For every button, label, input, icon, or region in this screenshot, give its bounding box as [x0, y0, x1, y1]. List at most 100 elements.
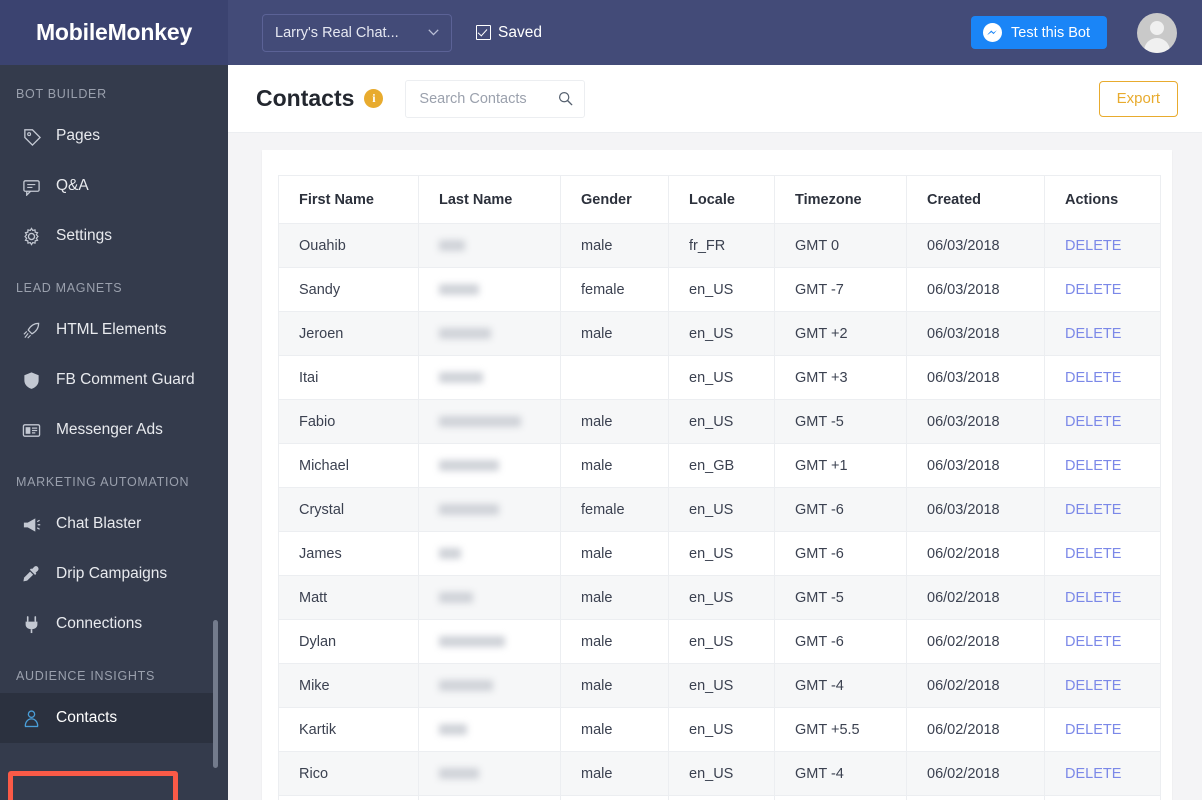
sidebar-item-messenger-ads[interactable]: Messenger Ads	[0, 405, 218, 455]
delete-button[interactable]: DELETE	[1065, 458, 1121, 474]
sidebar: BOT BUILDER Pages Q&A Settings LEAD MAGNETS H…	[0, 65, 228, 800]
cell-first-name: Crystal	[278, 487, 419, 532]
cell-timezone: GMT 0	[774, 223, 907, 268]
redacted-value	[439, 504, 499, 516]
export-button[interactable]: Export	[1098, 80, 1178, 117]
column-header: Last Name	[418, 175, 561, 224]
cell-timezone: GMT +2	[774, 311, 907, 356]
redacted-value	[439, 328, 491, 340]
table-row: Rico male en_US GMT -4 06/02/2018 DELETE	[278, 751, 1161, 796]
sidebar-item-pages[interactable]: Pages	[0, 111, 218, 161]
cell-last-name	[418, 619, 561, 664]
cell-gender: male	[560, 399, 669, 444]
avatar[interactable]	[1137, 12, 1177, 53]
column-header: Gender	[560, 175, 669, 224]
sidebar-item-label: HTML Elements	[56, 321, 167, 338]
cell-locale: en_US	[668, 751, 775, 796]
rocket-icon	[20, 320, 42, 340]
cell-gender: male	[560, 531, 669, 576]
sidebar-scrollbar[interactable]	[213, 620, 218, 768]
delete-button[interactable]: DELETE	[1065, 326, 1121, 342]
sidebar-item-connections[interactable]: Connections	[0, 599, 218, 649]
table-row: Kartik male en_US GMT +5.5 06/02/2018 DELETE	[278, 707, 1161, 752]
column-header: Locale	[668, 175, 775, 224]
search-input[interactable]	[417, 89, 559, 108]
sidebar-item-label: Connections	[56, 615, 143, 632]
brand-logo[interactable]: MobileMonkey	[0, 0, 228, 65]
delete-button[interactable]: DELETE	[1065, 722, 1121, 738]
cell-created: 06/02/2018	[906, 707, 1045, 752]
delete-button[interactable]: DELETE	[1065, 282, 1121, 298]
cell-timezone: GMT -6	[774, 619, 907, 664]
delete-button[interactable]: DELETE	[1065, 678, 1121, 694]
delete-button[interactable]: DELETE	[1065, 546, 1121, 562]
table-row: Dylan male en_US GMT -6 06/02/2018 DELETE	[278, 619, 1161, 664]
cell-created: 06/03/2018	[906, 223, 1045, 268]
delete-button[interactable]: DELETE	[1065, 414, 1121, 430]
cell-actions: DELETE	[1044, 487, 1161, 532]
table-header: First Name Last Name Gender Locale Timezone C…	[278, 175, 1161, 224]
test-this-bot-button[interactable]: Test this Bot	[971, 16, 1107, 49]
search-contacts-box[interactable]	[405, 79, 586, 118]
delete-button[interactable]: DELETE	[1065, 502, 1121, 518]
sidebar-item-fb-comment-guard[interactable]: FB Comment Guard	[0, 355, 218, 405]
cell-empty	[560, 795, 669, 800]
cell-last-name	[418, 531, 561, 576]
cell-created: 06/02/2018	[906, 575, 1045, 620]
table-row: Fabio male en_US GMT -5 06/03/2018 DELETE	[278, 399, 1161, 444]
sidebar-item-q-a[interactable]: Q&A	[0, 161, 218, 211]
cell-first-name: Matt	[278, 575, 419, 620]
cell-locale: en_GB	[668, 443, 775, 488]
sidebar-item-chat-blaster[interactable]: Chat Blaster	[0, 499, 218, 549]
cell-timezone: GMT -6	[774, 487, 907, 532]
cell-timezone: GMT -5	[774, 575, 907, 620]
cell-gender: male	[560, 663, 669, 708]
cell-last-name	[418, 575, 561, 620]
cell-actions: DELETE	[1044, 399, 1161, 444]
bot-selector-value: Larry's Real Chat...	[275, 24, 399, 41]
cell-created: 06/03/2018	[906, 311, 1045, 356]
cell-locale: en_US	[668, 487, 775, 532]
sidebar-item-label: FB Comment Guard	[56, 371, 195, 388]
cell-locale: en_US	[668, 267, 775, 312]
contacts-table-card: First Name Last Name Gender Locale Timezone C…	[262, 150, 1172, 800]
cell-actions: DELETE	[1044, 531, 1161, 576]
redacted-value	[439, 416, 521, 428]
saved-status: Saved	[476, 24, 542, 42]
sidebar-item-drip-campaigns[interactable]: Drip Campaigns	[0, 549, 218, 599]
shield-icon	[20, 370, 42, 390]
cell-first-name: James	[278, 531, 419, 576]
redacted-value	[439, 592, 473, 604]
sidebar-item-html-elements[interactable]: HTML Elements	[0, 305, 218, 355]
sidebar-item-contacts[interactable]: Contacts	[0, 693, 218, 743]
delete-button[interactable]: DELETE	[1065, 766, 1121, 782]
saved-checkbox-icon	[476, 25, 491, 40]
delete-button[interactable]: DELETE	[1065, 370, 1121, 386]
cell-first-name: Jeroen	[278, 311, 419, 356]
table-row: Michael male en_GB GMT +1 06/03/2018 DELETE	[278, 443, 1161, 488]
cell-empty	[278, 795, 419, 800]
cell-gender: male	[560, 311, 669, 356]
redacted-value	[439, 680, 493, 692]
brand-name: MobileMonkey	[35, 19, 193, 45]
cell-locale: en_US	[668, 531, 775, 576]
search-icon[interactable]	[558, 91, 573, 106]
bot-selector[interactable]: Larry's Real Chat...	[262, 13, 452, 52]
cell-first-name: Itai	[278, 355, 419, 400]
cell-first-name: Fabio	[278, 399, 419, 444]
test-this-bot-label: Test this Bot	[1011, 24, 1090, 41]
delete-button[interactable]: DELETE	[1065, 590, 1121, 606]
delete-button[interactable]: DELETE	[1065, 238, 1121, 254]
sidebar-item-label: Messenger Ads	[56, 421, 163, 438]
cell-first-name: Kartik	[278, 707, 419, 752]
sidebar-item-settings[interactable]: Settings	[0, 211, 218, 261]
cell-created: 06/03/2018	[906, 267, 1045, 312]
redacted-value	[439, 460, 499, 472]
cell-locale: en_US	[668, 619, 775, 664]
cell-gender: female	[560, 487, 669, 532]
info-icon[interactable]: i	[364, 89, 384, 108]
delete-button[interactable]: DELETE	[1065, 634, 1121, 650]
cell-gender: male	[560, 575, 669, 620]
table-row: Sandy female en_US GMT -7 06/03/2018 DELETE	[278, 267, 1161, 312]
saved-label: Saved	[498, 23, 542, 41]
